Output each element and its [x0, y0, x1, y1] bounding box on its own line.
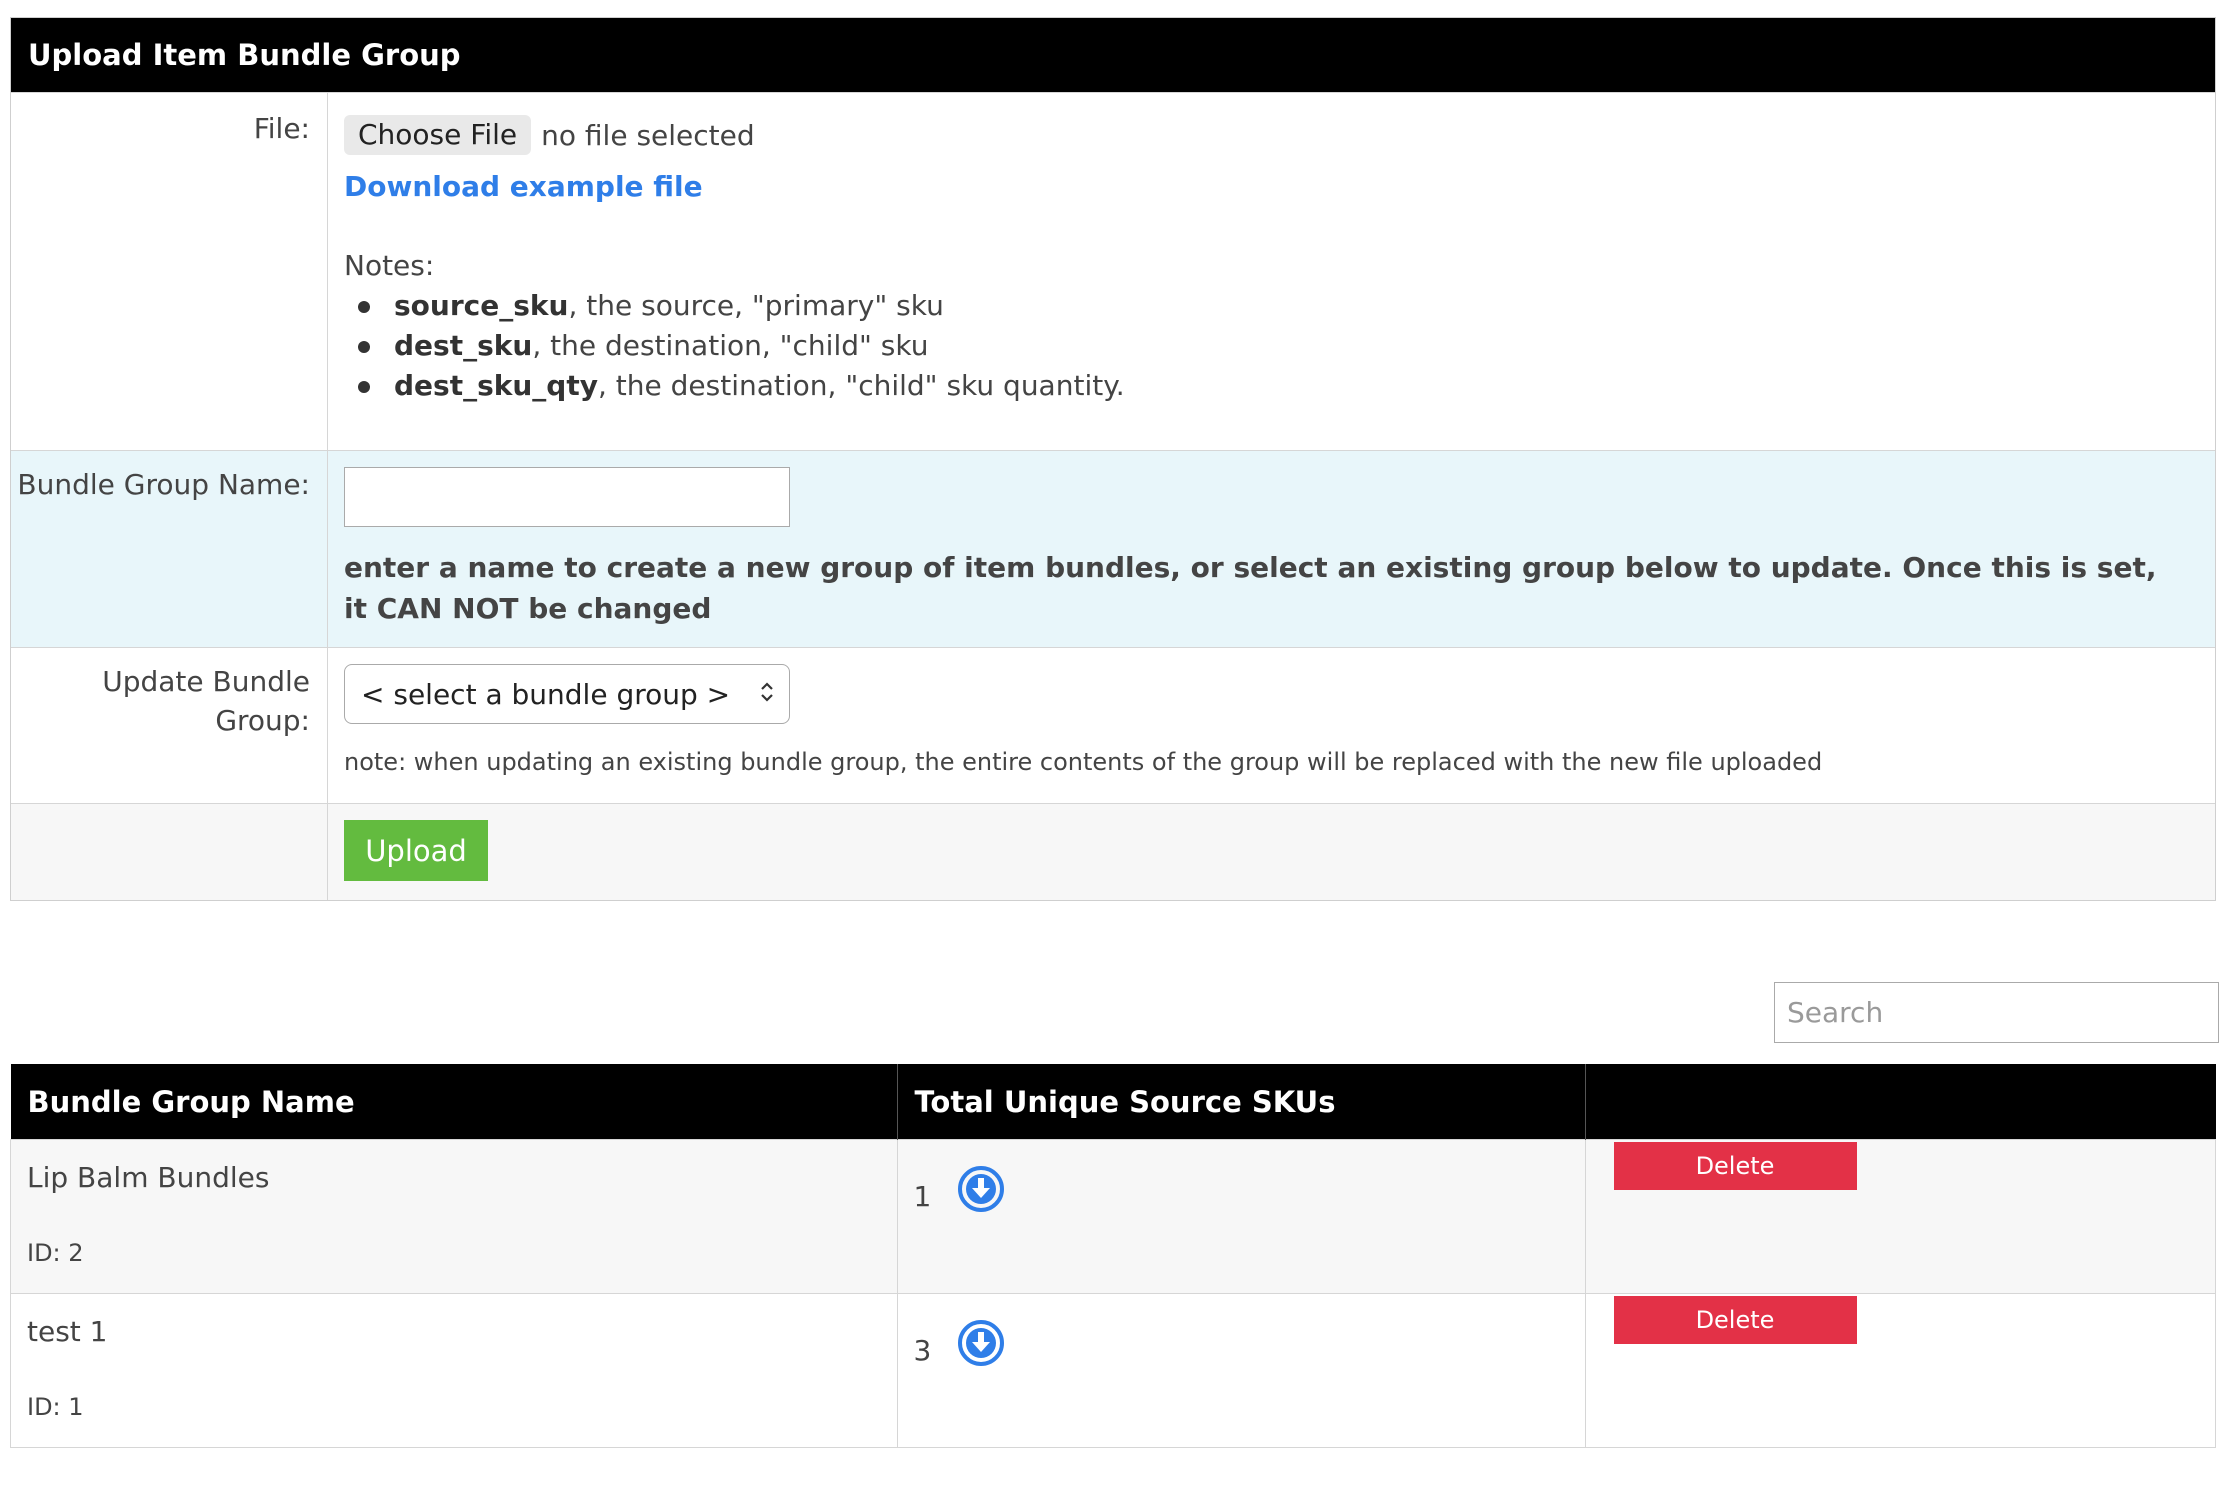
notes-title: Notes:: [344, 249, 435, 282]
select-value: < select a bundle group >: [361, 677, 731, 711]
group-name-cell: Lip Balm Bundles ID: 2: [10, 1139, 898, 1294]
download-circle-icon[interactable]: [956, 1164, 1006, 1214]
note-text: , the destination, "child" sku quantity.: [597, 369, 1125, 402]
group-name-cell: test 1 ID: 1: [10, 1293, 898, 1448]
note-text: , the source, "primary" sku: [568, 289, 944, 322]
group-skus-cell: 3: [896, 1293, 1586, 1448]
delete-button[interactable]: Delete: [1613, 1296, 1857, 1344]
file-label: File:: [11, 93, 328, 450]
choose-file-button[interactable]: Choose File: [344, 115, 532, 155]
update-group-field: < select a bundle group > note: when upd…: [328, 648, 2215, 803]
upload-bundle-panel: Upload Item Bundle Group File: Choose Fi…: [10, 17, 2216, 901]
bundle-group-select[interactable]: < select a bundle group >: [344, 664, 790, 724]
note-field: dest_sku: [394, 329, 533, 362]
download-circle-icon[interactable]: [956, 1318, 1006, 1368]
group-skus-cell: 1: [896, 1139, 1586, 1294]
search-input[interactable]: [1774, 982, 2219, 1043]
note-item: source_sku, the source, "primary" sku: [358, 286, 2185, 326]
group-name: test 1: [27, 1315, 108, 1348]
update-group-label: Update Bundle Group:: [11, 648, 328, 803]
update-group-note: note: when updating an existing bundle g…: [344, 748, 1823, 776]
bullet-icon: [358, 301, 370, 313]
update-group-row: Update Bundle Group: < select a bundle g…: [11, 647, 2215, 803]
note-field: source_sku: [394, 289, 569, 322]
file-status: no file selected: [541, 118, 755, 152]
group-id: ID: 2: [27, 1239, 84, 1267]
group-sku-count: 1: [913, 1179, 932, 1213]
panel-title: Upload Item Bundle Group: [11, 18, 2215, 92]
notes-list: source_sku, the source, "primary" sku de…: [344, 286, 2185, 406]
submit-row: Upload: [11, 803, 2215, 900]
column-header-actions: [1584, 1064, 2216, 1140]
submit-field: Upload: [328, 804, 2215, 900]
delete-button[interactable]: Delete: [1613, 1142, 1857, 1190]
note-item: dest_sku, the destination, "child" sku: [358, 326, 2185, 366]
table-header-row: Bundle Group Name Total Unique Source SK…: [10, 1064, 2216, 1140]
file-field: Choose File no file selected Download ex…: [328, 93, 2215, 450]
group-id: ID: 1: [27, 1393, 84, 1421]
bundle-name-help: enter a name to create a new group of it…: [344, 551, 2157, 625]
bundle-name-label: Bundle Group Name:: [11, 451, 328, 647]
bundle-groups-table: Bundle Group Name Total Unique Source SK…: [10, 1064, 2216, 1448]
file-picker: Choose File no file selected: [344, 115, 2185, 155]
upload-button[interactable]: Upload: [344, 820, 488, 881]
column-header-name[interactable]: Bundle Group Name: [10, 1064, 897, 1140]
chevron-up-down-icon: [759, 680, 775, 709]
note-text: , the destination, "child" sku: [532, 329, 929, 362]
bundle-name-field: enter a name to create a new group of it…: [328, 451, 2215, 647]
bullet-icon: [358, 341, 370, 353]
column-header-skus[interactable]: Total Unique Source SKUs: [896, 1064, 1585, 1140]
file-row: File: Choose File no file selected Downl…: [11, 92, 2215, 450]
bullet-icon: [358, 381, 370, 393]
bundle-name-row: Bundle Group Name: enter a name to creat…: [11, 450, 2215, 647]
submit-label-spacer: [11, 804, 328, 900]
table-row: Lip Balm Bundles ID: 2 1 Delete: [10, 1139, 2216, 1294]
note-field: dest_sku_qty: [394, 369, 598, 402]
group-sku-count: 3: [913, 1333, 932, 1367]
download-example-link[interactable]: Download example file: [344, 167, 2185, 207]
note-item: dest_sku_qty, the destination, "child" s…: [358, 366, 2185, 406]
group-actions-cell: Delete: [1584, 1139, 2216, 1294]
group-name: Lip Balm Bundles: [27, 1161, 270, 1194]
table-row: test 1 ID: 1 3 Delete: [10, 1293, 2216, 1448]
group-actions-cell: Delete: [1584, 1293, 2216, 1448]
bundle-name-input[interactable]: [344, 467, 790, 527]
